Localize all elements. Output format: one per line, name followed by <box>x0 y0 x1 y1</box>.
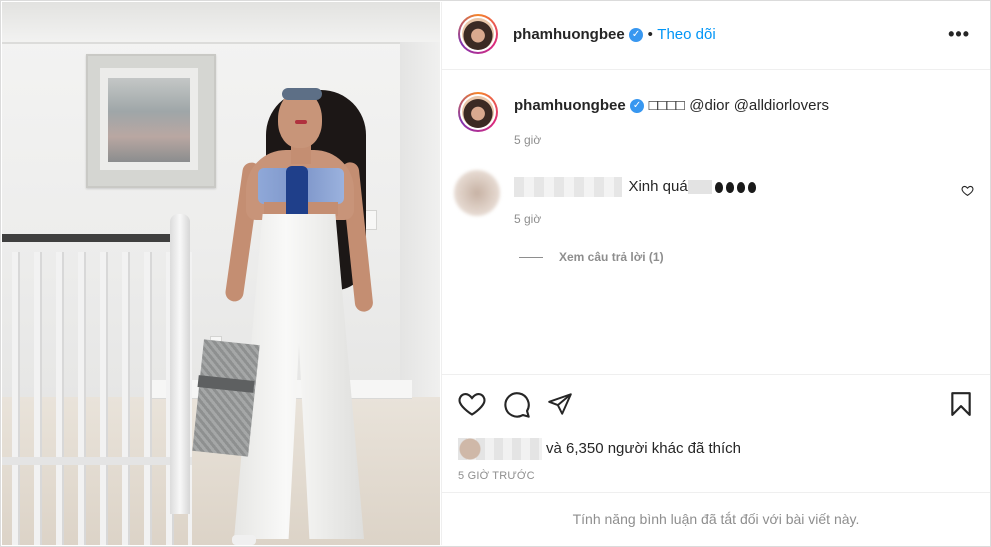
post-side-panel: phamhuongbee ✓ • Theo dõi ••• phamhuongb… <box>441 2 990 545</box>
author-username[interactable]: phamhuongbee <box>513 26 625 43</box>
photo-person-lips <box>295 120 307 124</box>
commenter-avatar[interactable] <box>454 170 500 216</box>
view-replies-label: Xem câu trả lời (1) <box>559 250 664 264</box>
post-header: phamhuongbee ✓ • Theo dõi ••• <box>442 2 990 70</box>
photo-newel-post <box>170 214 190 514</box>
photo-handrail <box>2 234 172 242</box>
caption-time[interactable]: 5 giờ <box>514 133 541 147</box>
photo-crown-molding <box>2 2 440 44</box>
likes-text: và 6,350 người khác đã thích <box>546 439 741 457</box>
bookmark-icon[interactable] <box>949 391 973 422</box>
heart-icon[interactable] <box>458 391 486 422</box>
photo-wall-artwork <box>86 54 216 188</box>
view-replies-button[interactable]: Xem câu trả lời (1) <box>519 250 664 264</box>
follow-button[interactable]: Theo dõi <box>657 26 715 43</box>
replies-divider <box>519 257 543 259</box>
more-options-icon[interactable]: ••• <box>948 24 970 45</box>
comment-text: Xinh quá <box>628 178 688 196</box>
photo-person-sunglasses <box>282 88 322 100</box>
post-timestamp[interactable]: 5 GIỜ TRƯỚC <box>458 470 535 482</box>
photo-scarf-knot <box>286 166 308 222</box>
verified-badge-icon: ✓ <box>629 27 644 42</box>
share-icon[interactable] <box>547 391 573 422</box>
photo-shoe <box>232 535 256 545</box>
caption-username[interactable]: phamhuongbee <box>514 97 626 114</box>
comment-time[interactable]: 5 giờ <box>514 212 541 226</box>
comments-disabled-notice: Tính năng bình luận đã tắt đối với bài v… <box>442 492 990 546</box>
liker-blurred <box>458 438 542 460</box>
commenter-username-blurred[interactable] <box>514 177 622 197</box>
photo-balusters <box>2 252 192 545</box>
drop-emoji-icon <box>747 181 756 193</box>
caption-emoji: □□□□ <box>648 97 685 114</box>
comment-icon[interactable] <box>503 391 531 424</box>
verified-badge-icon: ✓ <box>630 98 645 113</box>
author-avatar[interactable] <box>458 14 498 54</box>
likes-summary[interactable]: và 6,350 người khác đã thích <box>458 438 741 460</box>
header-author-line: phamhuongbee ✓ • Theo dõi <box>513 26 716 44</box>
drop-emoji-icon <box>725 181 734 193</box>
comment-like-heart-icon[interactable] <box>961 184 974 202</box>
caption-author-avatar[interactable] <box>458 92 498 132</box>
drop-emoji-icon <box>714 181 723 193</box>
caption: phamhuongbee ✓ □□□□ @dior @alldiorlovers <box>514 97 829 115</box>
comment: Xinh quá <box>514 177 756 197</box>
comment-blurred-emoji <box>687 180 712 194</box>
photo-tote-bag <box>192 339 260 457</box>
drop-emoji-icon <box>736 181 745 193</box>
post-photo[interactable] <box>2 2 440 545</box>
header-separator: • <box>647 26 653 43</box>
photo-side-wall <box>400 42 440 422</box>
caption-mentions[interactable]: @dior @alldiorlovers <box>689 97 829 114</box>
photo-bottom-rail <box>2 457 192 465</box>
